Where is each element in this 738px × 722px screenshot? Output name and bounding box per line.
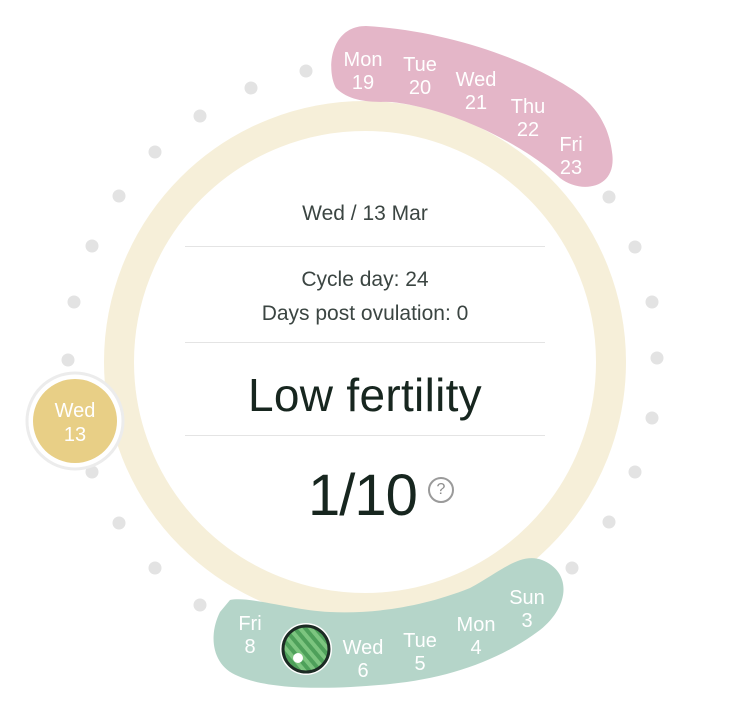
cycle-day-label: Cycle day: 24 xyxy=(301,268,429,291)
period-day-number: 21 xyxy=(465,92,487,114)
fertility-status: Low fertility xyxy=(248,369,482,421)
selected-day-weekday: Wed xyxy=(55,400,96,422)
cycle-day-dot[interactable] xyxy=(193,598,207,612)
cycle-day-dot[interactable] xyxy=(645,295,659,309)
divider xyxy=(185,246,545,247)
cycle-day-dot[interactable] xyxy=(148,145,162,159)
cycle-day-dot[interactable] xyxy=(628,465,642,479)
period-day-weekday: Fri xyxy=(559,134,582,156)
cycle-day-dot[interactable] xyxy=(299,64,313,78)
cycle-day-dot[interactable] xyxy=(85,239,99,253)
cycle-wheel: Mon19Tue20 Wed21 Thu22Fri23 Fri8 Wed6Tue5Mo… xyxy=(25,26,664,688)
cycle-day-dot[interactable] xyxy=(628,240,642,254)
cycle-day-dot[interactable] xyxy=(112,189,126,203)
period-day-number: 22 xyxy=(517,119,539,141)
past-day-weekday: Fri xyxy=(238,613,261,635)
period-day-weekday: Tue xyxy=(403,54,437,76)
cycle-ring xyxy=(104,101,626,623)
period-day-weekday: Wed xyxy=(456,69,497,91)
period-day-number: 20 xyxy=(409,77,431,99)
days-post-ovulation-label: Days post ovulation: 0 xyxy=(261,302,469,325)
fertility-score: 1/10 xyxy=(308,463,418,528)
divider xyxy=(185,342,545,343)
past-day-number: 8 xyxy=(244,636,255,658)
past-day-number: 3 xyxy=(521,610,532,632)
period-day-weekday: Thu xyxy=(511,96,545,118)
cycle-day-dot[interactable] xyxy=(650,351,664,365)
divider xyxy=(185,435,545,436)
cycle-day-dot[interactable] xyxy=(148,561,162,575)
period-day[interactable]: Fri23 xyxy=(559,134,582,179)
cycle-day-dot[interactable] xyxy=(565,561,579,575)
past-day-number: 6 xyxy=(357,660,368,682)
past-day-weekday: Mon xyxy=(457,614,496,636)
cycle-day-dot[interactable] xyxy=(193,109,207,123)
past-day-weekday: Wed xyxy=(343,637,384,659)
cycle-day-dot[interactable] xyxy=(645,411,659,425)
selected-day-bubble[interactable]: Wed 13 xyxy=(25,371,125,471)
past-day-weekday: Sun xyxy=(509,587,545,609)
selected-date-label: Wed / 13 Mar xyxy=(302,202,428,225)
selected-day-number: 13 xyxy=(64,424,86,446)
period-day-weekday: Mon xyxy=(344,49,383,71)
past-day-number: 4 xyxy=(470,637,481,659)
cycle-day-dot[interactable] xyxy=(602,515,616,529)
cycle-day-dot[interactable] xyxy=(244,81,258,95)
ovulation-marker[interactable] xyxy=(280,623,332,675)
cycle-day-dot[interactable] xyxy=(67,295,81,309)
question-circle-icon[interactable]: ? xyxy=(428,477,454,503)
past-day-weekday: Tue xyxy=(403,630,437,652)
period-day-number: 19 xyxy=(352,72,374,94)
cycle-day-dot[interactable] xyxy=(602,190,616,204)
period-day-number: 23 xyxy=(560,157,582,179)
cycle-day-dot[interactable] xyxy=(112,516,126,530)
past-day-number: 5 xyxy=(414,653,425,675)
cycle-day-dot[interactable] xyxy=(61,353,75,367)
